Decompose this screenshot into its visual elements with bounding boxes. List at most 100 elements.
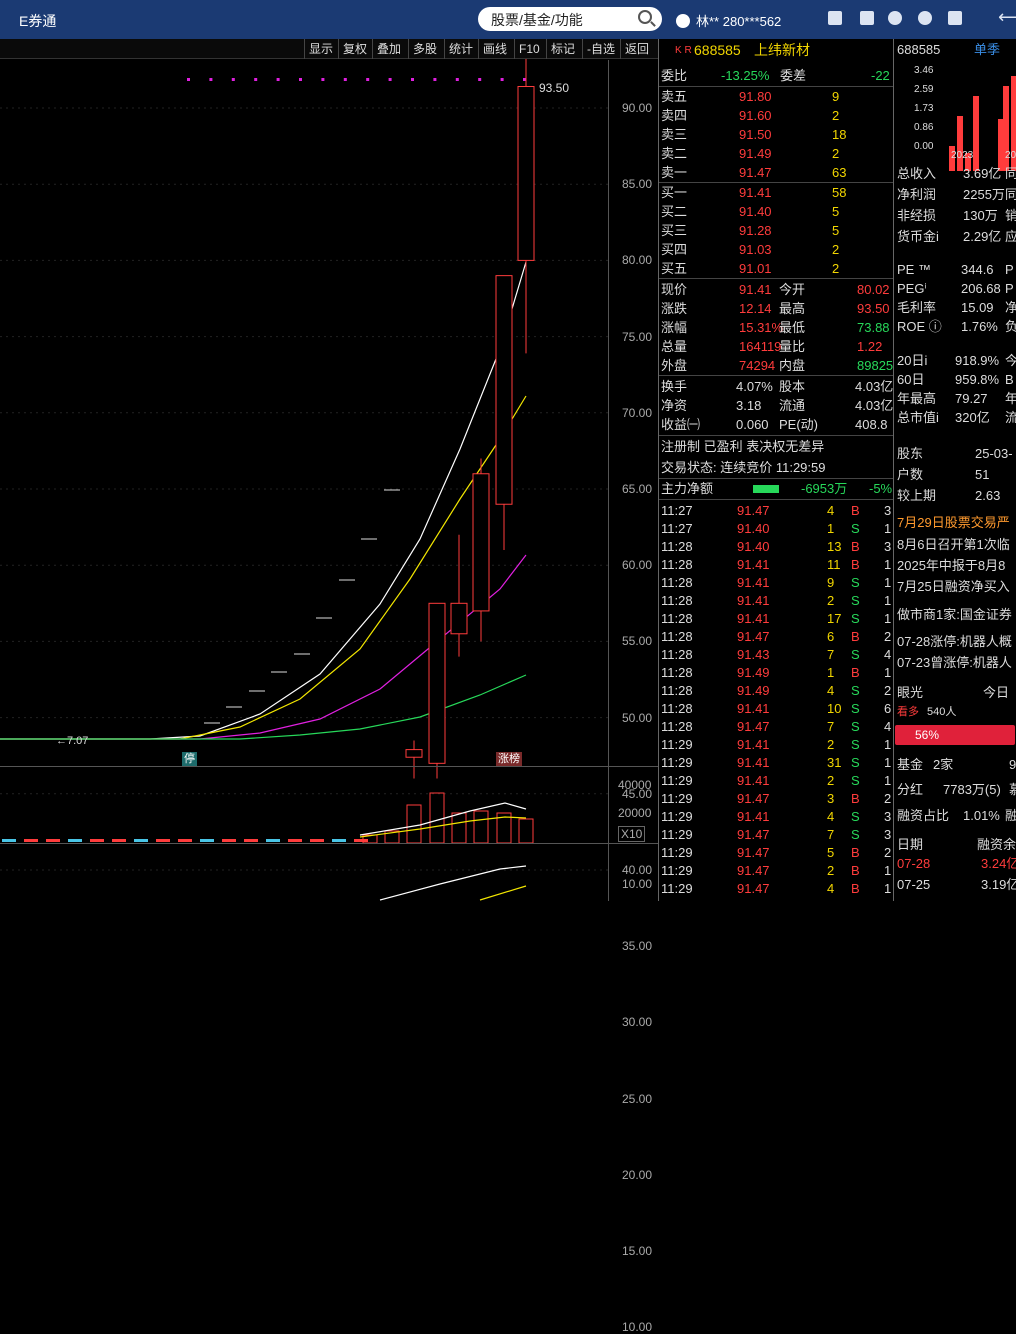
tick-row: 11:29 91.41 2 S 1 xyxy=(661,771,893,790)
perf-row-cell: 60日 xyxy=(897,372,925,387)
price-tick: 25.00 xyxy=(622,1091,653,1106)
news-item[interactable]: 8月6日召开第1次临 xyxy=(897,535,1016,554)
signal-line xyxy=(479,885,527,901)
toolbar-button[interactable]: 复权 xyxy=(338,39,371,59)
price-tick: 20.00 xyxy=(622,1167,653,1182)
f10-icon[interactable] xyxy=(860,11,874,25)
limit-row: 07-23曾涨停:机器人 xyxy=(897,653,1016,672)
limit-row: 07-28涨停:机器人概 xyxy=(897,632,1016,651)
news-item[interactable]: 2025年中报于8月8 xyxy=(897,556,1016,575)
volume-bar xyxy=(266,839,280,842)
tick-row-cell: 13 xyxy=(827,539,842,554)
x10-button[interactable]: X10 xyxy=(618,826,646,842)
price-tick: 15.00 xyxy=(622,1244,653,1258)
tick-row-cell: 11:28 xyxy=(661,719,693,734)
vol-ma5 xyxy=(359,802,527,836)
divider xyxy=(659,499,894,500)
tick-row-cell: 91.43 xyxy=(737,647,770,662)
stat2-row: 换手 4.07% 股本 4.03亿 xyxy=(661,377,893,396)
tick-row-cell: S xyxy=(851,737,860,752)
stat2-row-cell: 流通 xyxy=(779,398,806,413)
news-item-cell: 7月25日融资净买入 xyxy=(897,579,1010,594)
volume-bar xyxy=(451,812,467,844)
bar-year: 2023 20 xyxy=(897,146,1016,165)
volume-bar xyxy=(178,839,192,842)
fin-row-cell: 应 xyxy=(1005,229,1016,244)
bid-row-cell: 91.01 xyxy=(739,261,772,276)
user-account[interactable]: 林** 280***562 xyxy=(676,11,781,30)
ask-row-cell: 91.80 xyxy=(739,89,772,104)
stat-row-cell: 12.14 xyxy=(739,301,772,316)
volume-bar xyxy=(310,839,324,842)
message-icon[interactable] xyxy=(948,11,962,25)
tick-row-cell: 11:29 xyxy=(661,809,693,824)
tick-row-cell: 91.47 xyxy=(737,791,770,806)
candle-body xyxy=(405,749,423,758)
tick-row-cell: S xyxy=(851,683,860,698)
tick-row-cell: 91.47 xyxy=(737,719,770,734)
val-row-cell: 净 xyxy=(1005,300,1016,315)
toolbar-button[interactable]: 多股 xyxy=(408,39,441,59)
search-input[interactable]: 股票/基金/功能 xyxy=(478,7,662,31)
period-tab[interactable]: 单季 xyxy=(974,40,1000,59)
layers-icon[interactable] xyxy=(828,11,842,25)
stat-row-cell: 量比 xyxy=(779,339,806,354)
toolbar-button[interactable]: 返回 xyxy=(620,39,653,59)
main-flow-row-cell: -5% xyxy=(869,481,893,496)
tick-row-cell: 7 xyxy=(827,827,835,842)
tick-row-cell: 91.41 xyxy=(737,701,770,716)
toolbar-button[interactable]: 叠加 xyxy=(372,39,405,59)
bid-row-cell: 买五 xyxy=(661,261,688,276)
price-tick: 60.00 xyxy=(622,558,653,573)
stat-row-cell: 最高 xyxy=(779,301,806,316)
div-row-cell: 7783万(5) xyxy=(943,782,1001,797)
ask-row-cell: 91.47 xyxy=(739,165,772,180)
bid-row-cell: 买四 xyxy=(661,242,688,257)
news-item-cell: 7月29日股票交易严 xyxy=(897,515,1010,530)
val-row-cell: P xyxy=(1005,281,1014,296)
toolbar-button[interactable]: 显示 xyxy=(304,39,337,59)
fund-row: 基金 2家 9 xyxy=(897,755,1016,774)
div-row-cell: 分红 xyxy=(897,782,924,797)
tick-row-cell: S xyxy=(851,809,860,824)
fin-row: 净利润 2255万同 xyxy=(897,185,1016,204)
ask-row: 卖五 91.80 9 xyxy=(661,87,893,106)
settings-icon[interactable] xyxy=(888,11,902,25)
tick-row-cell: 11 xyxy=(827,557,841,572)
main-flow-row-cell: -6953万 xyxy=(801,481,848,496)
tick-row-cell: S xyxy=(851,755,860,770)
toolbar-button[interactable]: -自选 xyxy=(582,39,619,59)
tick-row-cell: 4 xyxy=(884,719,892,734)
perf-row: 年最高 79.27 年 xyxy=(897,389,1016,408)
bull-row-cell: 540人 xyxy=(927,706,957,718)
date-head: 日期 融资余 xyxy=(897,835,1016,854)
tick-row-cell: B xyxy=(851,557,860,572)
kline-chart[interactable] xyxy=(0,59,608,901)
price-tick: 45.00 xyxy=(622,786,653,801)
fin-row-cell: 130万 xyxy=(963,208,998,223)
ask-row-cell: 2 xyxy=(832,146,840,161)
stat2-row: 收益㈠ 0.060 PE(动) 408.8 xyxy=(661,415,893,434)
news-item[interactable]: 7月25日融资净买入 xyxy=(897,577,1016,596)
headset-icon[interactable] xyxy=(918,11,932,25)
candle-body xyxy=(472,473,490,612)
tick-row: 11:27 91.40 1 S 1 xyxy=(661,519,893,538)
holder-row: 股东 25-03- xyxy=(897,444,1016,463)
signal-dot xyxy=(500,78,504,81)
stat-row-cell: 164119 xyxy=(739,339,782,354)
perf-row-cell: 918.9% xyxy=(955,353,1000,368)
search-icon[interactable] xyxy=(638,10,652,24)
toolbar-button[interactable]: F10 xyxy=(514,39,544,59)
tick-row-cell: 91.41 xyxy=(737,611,770,626)
back-arrow-icon[interactable]: ⟵ xyxy=(998,7,1016,28)
news-item[interactable]: 7月29日股票交易严 xyxy=(897,513,1016,532)
toolbar-button[interactable]: 标记 xyxy=(546,39,579,59)
ask-row-cell: 卖四 xyxy=(661,108,688,123)
tick-row: 11:29 91.47 4 B 1 xyxy=(661,879,893,898)
toolbar-button[interactable]: 统计 xyxy=(444,39,477,59)
date-head-cell: 融资余 xyxy=(977,837,1016,852)
val-row-cell: 206.68 xyxy=(961,281,1001,296)
ask-row: 卖三 91.50 18 xyxy=(661,125,893,144)
toolbar-button[interactable]: 画线 xyxy=(478,39,511,59)
volume-bar xyxy=(222,839,236,842)
